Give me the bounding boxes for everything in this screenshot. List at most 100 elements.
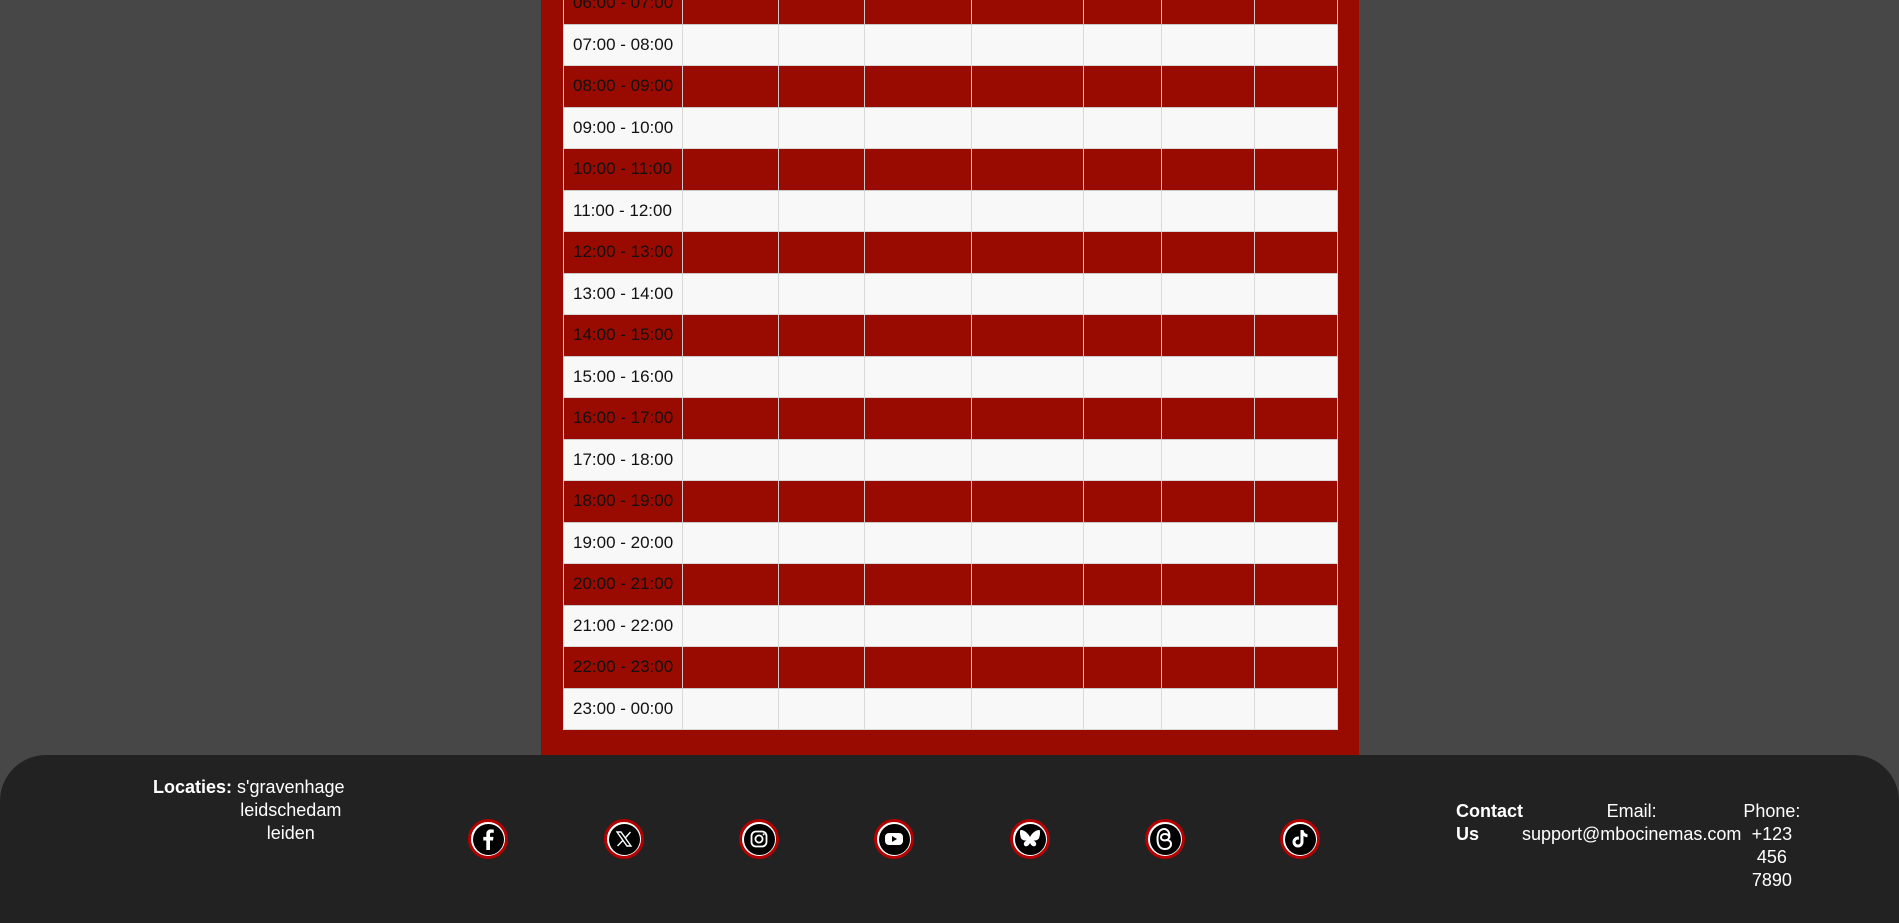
schedule-cell[interactable]	[1254, 65, 1338, 108]
schedule-cell[interactable]	[1083, 355, 1162, 398]
schedule-cell[interactable]	[1161, 148, 1255, 191]
schedule-cell[interactable]	[682, 272, 779, 315]
schedule-cell[interactable]	[778, 604, 865, 647]
schedule-cell[interactable]	[1254, 646, 1338, 689]
schedule-cell[interactable]	[971, 189, 1084, 232]
schedule-cell[interactable]	[864, 397, 972, 440]
schedule-cell[interactable]	[682, 314, 779, 357]
phone-number[interactable]: +123 456 7890	[1752, 823, 1793, 892]
schedule-cell[interactable]	[971, 65, 1084, 108]
schedule-cell[interactable]	[778, 397, 865, 440]
schedule-cell[interactable]	[1083, 687, 1162, 730]
schedule-cell[interactable]	[1083, 563, 1162, 606]
schedule-cell[interactable]	[1254, 563, 1338, 606]
schedule-cell[interactable]	[1083, 189, 1162, 232]
schedule-cell[interactable]	[971, 563, 1084, 606]
schedule-cell[interactable]	[1083, 0, 1162, 25]
schedule-cell[interactable]	[1161, 314, 1255, 357]
schedule-cell[interactable]	[971, 355, 1084, 398]
schedule-cell[interactable]	[682, 646, 779, 689]
schedule-cell[interactable]	[971, 231, 1084, 274]
schedule-cell[interactable]	[864, 646, 972, 689]
schedule-cell[interactable]	[1161, 23, 1255, 66]
schedule-cell[interactable]	[1254, 438, 1338, 481]
email-address[interactable]: support@mbocinemas.com	[1522, 823, 1741, 846]
schedule-cell[interactable]	[1083, 521, 1162, 564]
schedule-cell[interactable]	[971, 148, 1084, 191]
schedule-cell[interactable]	[1254, 604, 1338, 647]
schedule-cell[interactable]	[1083, 231, 1162, 274]
schedule-cell[interactable]	[864, 65, 972, 108]
schedule-cell[interactable]	[864, 438, 972, 481]
schedule-cell[interactable]	[864, 23, 972, 66]
schedule-cell[interactable]	[682, 604, 779, 647]
schedule-cell[interactable]	[778, 687, 865, 730]
schedule-cell[interactable]	[778, 106, 865, 149]
schedule-cell[interactable]	[1161, 0, 1255, 25]
schedule-cell[interactable]	[778, 480, 865, 523]
schedule-cell[interactable]	[1254, 106, 1338, 149]
schedule-cell[interactable]	[971, 314, 1084, 357]
schedule-cell[interactable]	[1083, 65, 1162, 108]
x-link[interactable]	[604, 819, 644, 859]
schedule-cell[interactable]	[778, 65, 865, 108]
schedule-cell[interactable]	[1161, 480, 1255, 523]
schedule-cell[interactable]	[864, 355, 972, 398]
schedule-cell[interactable]	[864, 480, 972, 523]
schedule-cell[interactable]	[1161, 397, 1255, 440]
schedule-cell[interactable]	[682, 563, 779, 606]
schedule-cell[interactable]	[1254, 231, 1338, 274]
schedule-cell[interactable]	[864, 231, 972, 274]
schedule-cell[interactable]	[778, 521, 865, 564]
schedule-cell[interactable]	[1161, 646, 1255, 689]
schedule-cell[interactable]	[1083, 646, 1162, 689]
schedule-cell[interactable]	[971, 106, 1084, 149]
schedule-cell[interactable]	[778, 148, 865, 191]
schedule-cell[interactable]	[1083, 148, 1162, 191]
schedule-cell[interactable]	[1161, 438, 1255, 481]
schedule-cell[interactable]	[778, 23, 865, 66]
schedule-cell[interactable]	[971, 397, 1084, 440]
schedule-cell[interactable]	[682, 397, 779, 440]
schedule-cell[interactable]	[1254, 148, 1338, 191]
schedule-cell[interactable]	[1083, 314, 1162, 357]
schedule-cell[interactable]	[778, 438, 865, 481]
schedule-cell[interactable]	[682, 0, 779, 25]
schedule-cell[interactable]	[682, 521, 779, 564]
schedule-cell[interactable]	[864, 106, 972, 149]
schedule-cell[interactable]	[1254, 687, 1338, 730]
schedule-cell[interactable]	[864, 687, 972, 730]
schedule-cell[interactable]	[1254, 314, 1338, 357]
youtube-link[interactable]	[874, 819, 914, 859]
bluesky-link[interactable]	[1010, 819, 1050, 859]
schedule-cell[interactable]	[682, 480, 779, 523]
schedule-cell[interactable]	[1161, 272, 1255, 315]
schedule-cell[interactable]	[1083, 397, 1162, 440]
schedule-cell[interactable]	[864, 189, 972, 232]
schedule-cell[interactable]	[778, 355, 865, 398]
schedule-cell[interactable]	[682, 438, 779, 481]
schedule-cell[interactable]	[1254, 521, 1338, 564]
schedule-cell[interactable]	[864, 521, 972, 564]
schedule-cell[interactable]	[971, 23, 1084, 66]
schedule-cell[interactable]	[971, 646, 1084, 689]
schedule-cell[interactable]	[1161, 231, 1255, 274]
schedule-cell[interactable]	[778, 646, 865, 689]
schedule-cell[interactable]	[1161, 65, 1255, 108]
tiktok-link[interactable]	[1280, 819, 1320, 859]
schedule-cell[interactable]	[682, 23, 779, 66]
instagram-link[interactable]	[739, 819, 779, 859]
facebook-link[interactable]	[468, 819, 508, 859]
schedule-cell[interactable]	[971, 521, 1084, 564]
schedule-cell[interactable]	[682, 231, 779, 274]
schedule-cell[interactable]	[1161, 355, 1255, 398]
schedule-cell[interactable]	[778, 272, 865, 315]
schedule-cell[interactable]	[778, 0, 865, 25]
schedule-cell[interactable]	[1161, 604, 1255, 647]
schedule-cell[interactable]	[682, 65, 779, 108]
schedule-cell[interactable]	[1161, 521, 1255, 564]
schedule-cell[interactable]	[1254, 272, 1338, 315]
schedule-cell[interactable]	[971, 480, 1084, 523]
schedule-cell[interactable]	[864, 563, 972, 606]
schedule-cell[interactable]	[971, 0, 1084, 25]
